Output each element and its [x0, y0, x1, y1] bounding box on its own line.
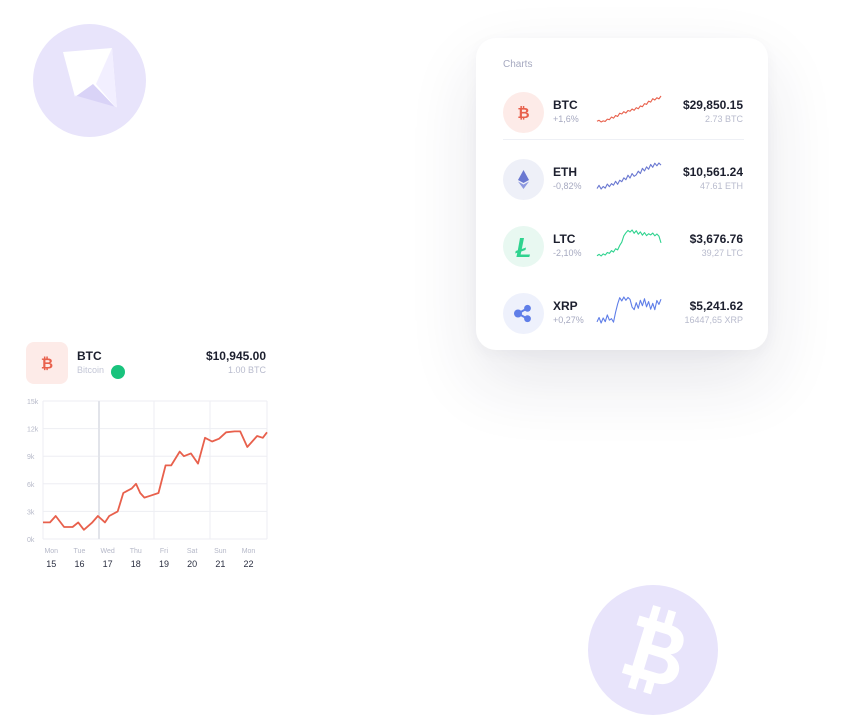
- svg-text:₿: ₿: [41, 355, 53, 373]
- price-series-line: [43, 430, 268, 531]
- bitcoin-icon: ₿: [503, 92, 544, 133]
- coin-price: $29,850.15: [682, 98, 743, 112]
- coin-amount: 16447,65 XRP: [684, 315, 743, 325]
- x-tick-date: 19: [159, 559, 169, 569]
- y-tick-label: 6k: [27, 482, 35, 489]
- coin-change: -2,10%: [553, 248, 582, 258]
- coin-price: $3,676.76: [689, 232, 743, 246]
- x-tick-day: Tue: [74, 548, 86, 555]
- btc-detail-panel: ₿ BTC Bitcoin $10,945.00 1.00 BTC 0k 3k 6k…: [26, 342, 270, 574]
- svg-text:₿: ₿: [517, 104, 529, 122]
- detail-coin-name: Bitcoin: [77, 365, 105, 375]
- y-tick-label: 12k: [27, 427, 39, 434]
- charts-card-title: Charts: [503, 59, 533, 70]
- price-chart: 0k 3k 6k 9k 12k 15k Mon 15 Tue 16 Wed 17 Thu 18 Fri 19 S…: [26, 396, 270, 574]
- x-tick-day: Mon: [242, 548, 256, 555]
- litecoin-icon: [503, 226, 544, 267]
- x-tick-date: 18: [131, 559, 141, 569]
- sparkline-path: [596, 296, 662, 324]
- price-chart-svg: 0k 3k 6k 9k 12k 15k Mon 15 Tue 16 Wed 17 Thu 18 Fri 19 S…: [27, 399, 268, 569]
- coin-amount: 47.61 ETH: [699, 181, 743, 191]
- x-tick-date: 21: [215, 559, 225, 569]
- x-tick-date: 15: [46, 559, 56, 569]
- y-tick-label: 3k: [27, 509, 35, 516]
- coin-change: +1,6%: [553, 114, 579, 124]
- x-tick-day: Mon: [44, 548, 58, 555]
- divider: [503, 139, 744, 140]
- coin-price: $10,561.24: [682, 165, 743, 179]
- sparkline-btc: [596, 95, 662, 123]
- x-tick-date: 16: [74, 559, 84, 569]
- coin-row-xrp[interactable]: XRP +0,27% $5,241.62 16447,65 XRP: [503, 289, 743, 337]
- ethereum-icon: [33, 24, 146, 137]
- detail-price: $10,945.00: [205, 349, 266, 363]
- bitcoin-icon: ₿: [26, 342, 68, 384]
- coin-amount: 2.73 BTC: [704, 114, 743, 124]
- coin-amount: 39,27 LTC: [701, 248, 743, 258]
- sparkline-path: [596, 162, 662, 190]
- y-tick-label: 15k: [27, 399, 39, 406]
- y-tick-label: 0k: [27, 537, 35, 544]
- x-tick-day: Sun: [214, 548, 227, 555]
- coin-change: +0,27%: [553, 315, 584, 325]
- x-tick-date: 20: [187, 559, 197, 569]
- x-tick-date: 22: [243, 559, 253, 569]
- coin-symbol: BTC: [553, 98, 578, 112]
- coin-symbol: XRP: [553, 299, 578, 313]
- sparkline-path: [596, 95, 662, 123]
- online-status-dot: [111, 365, 125, 379]
- sparkline-path: [596, 229, 662, 257]
- x-tick-day: Sat: [187, 548, 198, 555]
- sparkline-ltc: [596, 229, 662, 257]
- x-tick-date: 17: [103, 559, 113, 569]
- coin-symbol: ETH: [553, 165, 577, 179]
- coin-row-eth[interactable]: ETH -0,82% $10,561.24 47.61 ETH: [503, 155, 743, 203]
- sparkline-eth: [596, 162, 662, 190]
- x-tick-day: Thu: [130, 548, 142, 555]
- sparkline-xrp: [596, 296, 662, 324]
- y-tick-label: 9k: [27, 454, 35, 461]
- bitcoin-icon: [588, 585, 718, 715]
- coin-change: -0,82%: [553, 181, 582, 191]
- coin-row-btc[interactable]: ₿ BTC +1,6% $29,850.15 2.73 BTC: [503, 88, 743, 136]
- x-tick-day: Wed: [100, 548, 114, 555]
- detail-amount: 1.00 BTC: [227, 365, 266, 375]
- ripple-icon: [503, 293, 544, 334]
- detail-symbol: BTC: [77, 349, 102, 363]
- charts-card: Charts ₿ BTC +1,6% $29,850.15 2.73 BTC E…: [476, 38, 768, 350]
- coin-row-ltc[interactable]: LTC -2,10% $3,676.76 39,27 LTC: [503, 222, 743, 270]
- x-tick-day: Fri: [160, 548, 169, 555]
- coin-symbol: LTC: [553, 232, 576, 246]
- ethereum-icon: [503, 159, 544, 200]
- coin-price: $5,241.62: [689, 299, 743, 313]
